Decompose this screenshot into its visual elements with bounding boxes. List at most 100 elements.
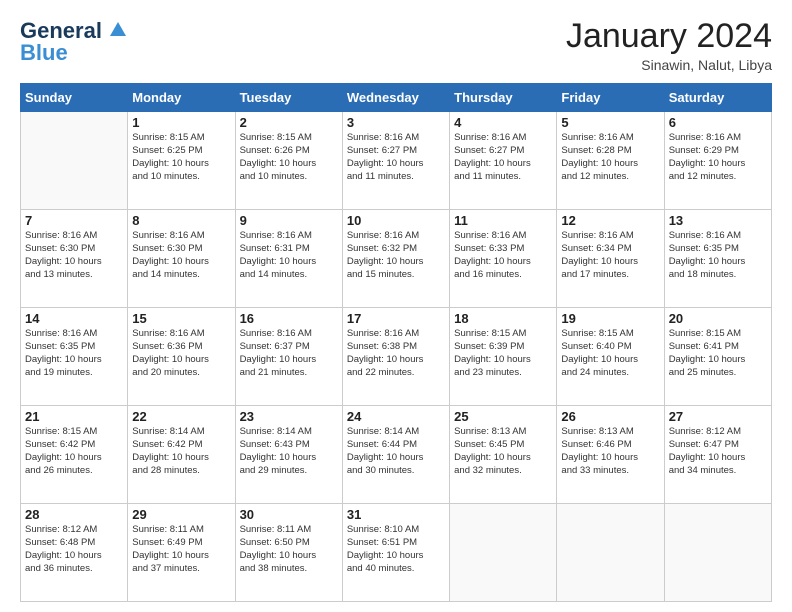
- day-info: Sunrise: 8:16 AM Sunset: 6:37 PM Dayligh…: [240, 328, 338, 379]
- calendar-cell: 2 Sunrise: 8:15 AM Sunset: 6:26 PM Daylig…: [235, 112, 342, 210]
- day-number: 13: [669, 213, 767, 228]
- calendar-cell: 7 Sunrise: 8:16 AM Sunset: 6:30 PM Daylig…: [21, 210, 128, 308]
- header: General Blue January 2024 Sinawin, Nalut…: [20, 18, 772, 73]
- day-number: 18: [454, 311, 552, 326]
- title-block: January 2024 Sinawin, Nalut, Libya: [566, 18, 772, 73]
- header-sunday: Sunday: [21, 84, 128, 112]
- day-info: Sunrise: 8:15 AM Sunset: 6:39 PM Dayligh…: [454, 328, 552, 379]
- calendar-cell: 27 Sunrise: 8:12 AM Sunset: 6:47 PM Dayli…: [664, 406, 771, 504]
- day-number: 21: [25, 409, 123, 424]
- calendar-cell: 18 Sunrise: 8:15 AM Sunset: 6:39 PM Dayli…: [450, 308, 557, 406]
- header-thursday: Thursday: [450, 84, 557, 112]
- day-info: Sunrise: 8:15 AM Sunset: 6:26 PM Dayligh…: [240, 132, 338, 183]
- calendar-cell: 30Sunrise: 8:11 AM Sunset: 6:50 PM Dayli…: [235, 504, 342, 602]
- day-info: Sunrise: 8:16 AM Sunset: 6:27 PM Dayligh…: [454, 132, 552, 183]
- calendar-week-row: 14Sunrise: 8:16 AM Sunset: 6:35 PM Dayli…: [21, 308, 772, 406]
- day-number: 5: [561, 115, 659, 130]
- logo: General Blue: [20, 18, 128, 66]
- calendar-cell: 5 Sunrise: 8:16 AM Sunset: 6:28 PM Daylig…: [557, 112, 664, 210]
- calendar-cell: 1 Sunrise: 8:15 AM Sunset: 6:25 PM Daylig…: [128, 112, 235, 210]
- calendar-cell: [664, 504, 771, 602]
- calendar-cell: 29Sunrise: 8:11 AM Sunset: 6:49 PM Dayli…: [128, 504, 235, 602]
- calendar-cell: 26Sunrise: 8:13 AM Sunset: 6:46 PM Dayli…: [557, 406, 664, 504]
- calendar-cell: 8 Sunrise: 8:16 AM Sunset: 6:30 PM Daylig…: [128, 210, 235, 308]
- day-info: Sunrise: 8:12 AM Sunset: 6:47 PM Dayligh…: [669, 426, 767, 477]
- day-info: Sunrise: 8:11 AM Sunset: 6:50 PM Dayligh…: [240, 524, 338, 575]
- day-number: 8: [132, 213, 230, 228]
- day-info: Sunrise: 8:13 AM Sunset: 6:46 PM Dayligh…: [561, 426, 659, 477]
- day-info: Sunrise: 8:16 AM Sunset: 6:28 PM Dayligh…: [561, 132, 659, 183]
- calendar-cell: 3 Sunrise: 8:16 AM Sunset: 6:27 PM Daylig…: [342, 112, 449, 210]
- day-number: 7: [25, 213, 123, 228]
- day-info: Sunrise: 8:16 AM Sunset: 6:36 PM Dayligh…: [132, 328, 230, 379]
- calendar-cell: 28Sunrise: 8:12 AM Sunset: 6:48 PM Dayli…: [21, 504, 128, 602]
- day-number: 28: [25, 507, 123, 522]
- calendar-table: Sunday Monday Tuesday Wednesday Thursday…: [20, 83, 772, 602]
- day-info: Sunrise: 8:15 AM Sunset: 6:25 PM Dayligh…: [132, 132, 230, 183]
- day-number: 9: [240, 213, 338, 228]
- day-info: Sunrise: 8:15 AM Sunset: 6:41 PM Dayligh…: [669, 328, 767, 379]
- day-info: Sunrise: 8:16 AM Sunset: 6:30 PM Dayligh…: [132, 230, 230, 281]
- day-info: Sunrise: 8:15 AM Sunset: 6:40 PM Dayligh…: [561, 328, 659, 379]
- day-info: Sunrise: 8:14 AM Sunset: 6:43 PM Dayligh…: [240, 426, 338, 477]
- day-number: 29: [132, 507, 230, 522]
- calendar-cell: 6Sunrise: 8:16 AM Sunset: 6:29 PM Daylig…: [664, 112, 771, 210]
- day-number: 17: [347, 311, 445, 326]
- calendar-cell: 16 Sunrise: 8:16 AM Sunset: 6:37 PM Dayli…: [235, 308, 342, 406]
- day-info: Sunrise: 8:16 AM Sunset: 6:33 PM Dayligh…: [454, 230, 552, 281]
- calendar-week-row: 1 Sunrise: 8:15 AM Sunset: 6:25 PM Daylig…: [21, 112, 772, 210]
- calendar-cell: 11 Sunrise: 8:16 AM Sunset: 6:33 PM Dayli…: [450, 210, 557, 308]
- day-info: Sunrise: 8:14 AM Sunset: 6:44 PM Dayligh…: [347, 426, 445, 477]
- day-number: 15: [132, 311, 230, 326]
- header-saturday: Saturday: [664, 84, 771, 112]
- day-number: 16: [240, 311, 338, 326]
- header-tuesday: Tuesday: [235, 84, 342, 112]
- day-info: Sunrise: 8:14 AM Sunset: 6:42 PM Dayligh…: [132, 426, 230, 477]
- day-info: Sunrise: 8:10 AM Sunset: 6:51 PM Dayligh…: [347, 524, 445, 575]
- day-number: 1: [132, 115, 230, 130]
- calendar-cell: 25 Sunrise: 8:13 AM Sunset: 6:45 PM Dayli…: [450, 406, 557, 504]
- subtitle: Sinawin, Nalut, Libya: [566, 57, 772, 73]
- calendar-cell: 13 Sunrise: 8:16 AM Sunset: 6:35 PM Dayli…: [664, 210, 771, 308]
- day-number: 3: [347, 115, 445, 130]
- day-number: 27: [669, 409, 767, 424]
- calendar-cell: [21, 112, 128, 210]
- calendar-cell: 4 Sunrise: 8:16 AM Sunset: 6:27 PM Daylig…: [450, 112, 557, 210]
- day-info: Sunrise: 8:16 AM Sunset: 6:35 PM Dayligh…: [25, 328, 123, 379]
- calendar-week-row: 21 Sunrise: 8:15 AM Sunset: 6:42 PM Dayli…: [21, 406, 772, 504]
- day-info: Sunrise: 8:16 AM Sunset: 6:31 PM Dayligh…: [240, 230, 338, 281]
- day-info: Sunrise: 8:16 AM Sunset: 6:29 PM Dayligh…: [669, 132, 767, 183]
- calendar-cell: 10 Sunrise: 8:16 AM Sunset: 6:32 PM Dayli…: [342, 210, 449, 308]
- day-number: 19: [561, 311, 659, 326]
- day-info: Sunrise: 8:16 AM Sunset: 6:27 PM Dayligh…: [347, 132, 445, 183]
- main-title: January 2024: [566, 18, 772, 55]
- calendar-cell: 15 Sunrise: 8:16 AM Sunset: 6:36 PM Dayli…: [128, 308, 235, 406]
- calendar-cell: 24Sunrise: 8:14 AM Sunset: 6:44 PM Dayli…: [342, 406, 449, 504]
- day-number: 31: [347, 507, 445, 522]
- calendar-cell: 31 Sunrise: 8:10 AM Sunset: 6:51 PM Dayli…: [342, 504, 449, 602]
- calendar-cell: [557, 504, 664, 602]
- day-number: 23: [240, 409, 338, 424]
- calendar-cell: 12Sunrise: 8:16 AM Sunset: 6:34 PM Dayli…: [557, 210, 664, 308]
- day-info: Sunrise: 8:16 AM Sunset: 6:30 PM Dayligh…: [25, 230, 123, 281]
- logo-blue: Blue: [20, 40, 68, 66]
- header-friday: Friday: [557, 84, 664, 112]
- day-info: Sunrise: 8:16 AM Sunset: 6:32 PM Dayligh…: [347, 230, 445, 281]
- day-number: 2: [240, 115, 338, 130]
- day-number: 22: [132, 409, 230, 424]
- calendar-cell: 19 Sunrise: 8:15 AM Sunset: 6:40 PM Dayli…: [557, 308, 664, 406]
- day-number: 12: [561, 213, 659, 228]
- day-number: 20: [669, 311, 767, 326]
- day-info: Sunrise: 8:13 AM Sunset: 6:45 PM Dayligh…: [454, 426, 552, 477]
- day-number: 4: [454, 115, 552, 130]
- day-number: 25: [454, 409, 552, 424]
- day-info: Sunrise: 8:16 AM Sunset: 6:38 PM Dayligh…: [347, 328, 445, 379]
- calendar-cell: 21 Sunrise: 8:15 AM Sunset: 6:42 PM Dayli…: [21, 406, 128, 504]
- calendar-cell: [450, 504, 557, 602]
- calendar-week-row: 28Sunrise: 8:12 AM Sunset: 6:48 PM Dayli…: [21, 504, 772, 602]
- day-number: 10: [347, 213, 445, 228]
- day-info: Sunrise: 8:15 AM Sunset: 6:42 PM Dayligh…: [25, 426, 123, 477]
- calendar-cell: 20 Sunrise: 8:15 AM Sunset: 6:41 PM Dayli…: [664, 308, 771, 406]
- day-info: Sunrise: 8:16 AM Sunset: 6:35 PM Dayligh…: [669, 230, 767, 281]
- day-number: 11: [454, 213, 552, 228]
